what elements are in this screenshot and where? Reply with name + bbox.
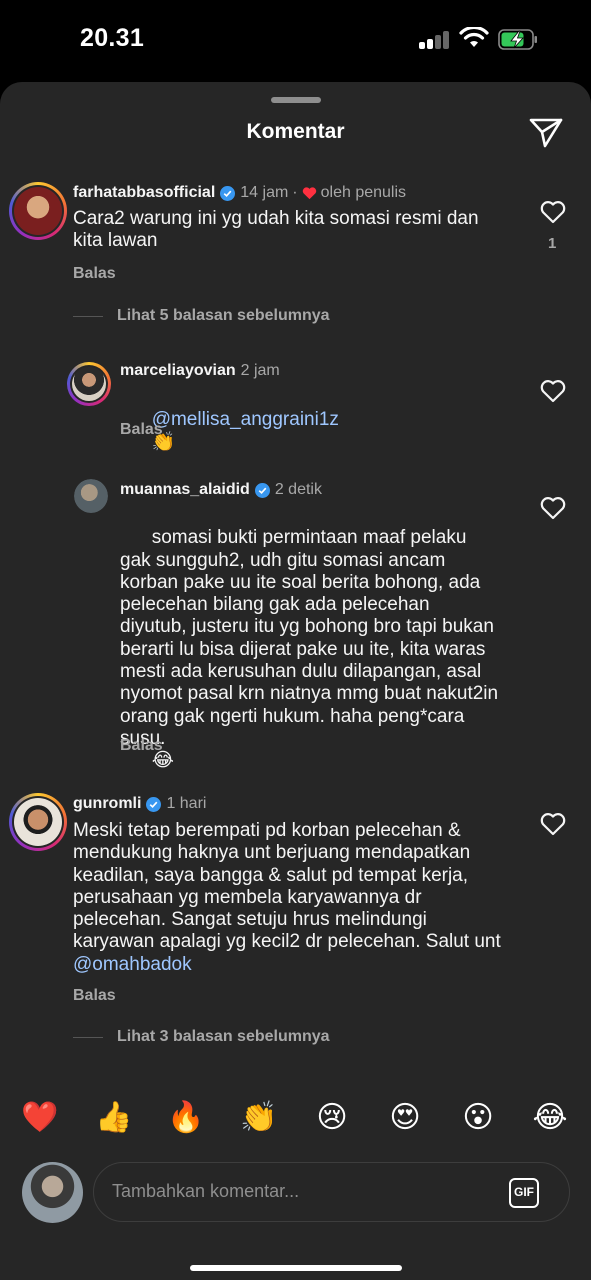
comment-input[interactable]: Tambahkan komentar... GIF	[93, 1162, 570, 1222]
comment-input-placeholder: Tambahkan komentar...	[112, 1181, 300, 1201]
username[interactable]: muannas_alaidid	[120, 481, 250, 499]
quick-emoji-bar: ❤️ 👍 🔥 👏 😢 😍 😮 😂	[0, 1080, 591, 1156]
reply-button[interactable]: Balas	[73, 265, 116, 283]
share-send-icon[interactable]	[528, 116, 564, 150]
wifi-icon	[459, 27, 489, 47]
comment-time: 2 jam	[240, 362, 280, 379]
verified-badge-icon	[220, 185, 236, 201]
like-heart-icon[interactable]	[540, 496, 566, 520]
gif-icon[interactable]: GIF	[509, 1178, 539, 1208]
emoji-surprised[interactable]: 😮	[458, 1100, 498, 1135]
author-liked-heart-icon	[302, 187, 316, 200]
comment-time: 14 jam	[240, 184, 289, 201]
reply-button[interactable]: Balas	[120, 737, 163, 755]
emoji-heart-eyes[interactable]: 😍	[385, 1100, 425, 1135]
verified-badge-icon	[254, 482, 270, 498]
cellular-signal-icon	[419, 31, 451, 49]
username[interactable]: gunromli	[73, 795, 141, 813]
emoji-laughing[interactable]: 😂	[530, 1100, 570, 1135]
view-previous-replies[interactable]: Lihat 3 balasan sebelumnya	[73, 1028, 330, 1046]
home-indicator	[190, 1265, 402, 1271]
reply-button[interactable]: Balas	[120, 421, 163, 439]
like-count: 1	[548, 235, 557, 252]
comment-text: Cara2 warung ini yg udah kita somasi res…	[73, 208, 484, 252]
reply-button[interactable]: Balas	[73, 987, 116, 1005]
comments-sheet: Komentar farhatabbasofficial 14 jam · ol…	[0, 82, 591, 1280]
like-heart-icon[interactable]	[540, 200, 566, 224]
view-previous-replies[interactable]: Lihat 5 balasan sebelumnya	[73, 307, 330, 325]
comment-composer: Tambahkan komentar... GIF	[0, 1156, 591, 1280]
status-time: 20.31	[80, 24, 145, 52]
avatar[interactable]	[9, 182, 67, 240]
emoji-fire[interactable]: 🔥	[166, 1100, 206, 1135]
emoji-clap[interactable]: 👏	[239, 1100, 279, 1135]
sheet-title: Komentar	[246, 120, 345, 143]
comment-text: Meski tetap berempati pd korban peleceha…	[73, 820, 507, 975]
username[interactable]: farhatabbasofficial	[73, 184, 215, 202]
view-replies-label: Lihat 3 balasan sebelumnya	[117, 1028, 330, 1045]
verified-badge-icon	[146, 796, 162, 812]
liked-by-author-label: oleh penulis	[320, 184, 407, 201]
comment-text: @mellisa_anggraini1z 👏	[120, 387, 520, 476]
avatar[interactable]	[67, 362, 111, 406]
comment-text: somasi bukti permintaan maaf pelaku gak …	[120, 527, 504, 772]
avatar[interactable]	[74, 479, 108, 513]
mention-link[interactable]: @mellisa_anggraini1z	[152, 409, 339, 430]
username[interactable]: marceliayovian	[120, 362, 236, 380]
mention-link[interactable]: @omahbadok	[73, 954, 192, 975]
avatar[interactable]	[9, 793, 67, 851]
view-replies-label: Lihat 5 balasan sebelumnya	[117, 307, 330, 324]
battery-charging-icon	[498, 29, 537, 50]
like-heart-icon[interactable]	[540, 812, 566, 836]
emoji-crying[interactable]: 😢	[312, 1100, 352, 1135]
comment-time: 1 hari	[166, 795, 207, 812]
like-heart-icon[interactable]	[540, 379, 566, 403]
sheet-grabber[interactable]	[271, 97, 321, 103]
comment-time: 2 detik	[274, 481, 322, 498]
status-bar: 20.31	[0, 0, 591, 82]
emoji-thumbs-up[interactable]: 👍	[94, 1100, 134, 1135]
current-user-avatar	[22, 1162, 83, 1223]
emoji-heart[interactable]: ❤️	[20, 1100, 60, 1135]
